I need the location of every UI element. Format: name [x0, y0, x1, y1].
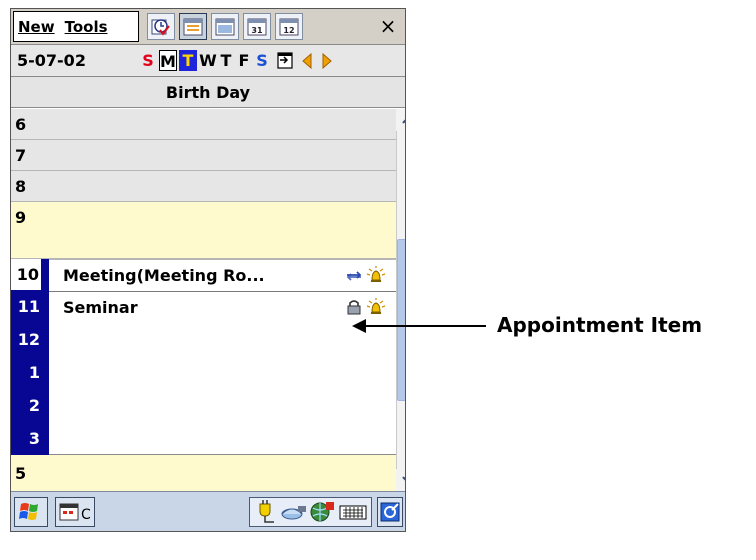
hour-row[interactable]: 5 — [11, 457, 396, 491]
chevron-up-icon — [402, 119, 405, 124]
menu-group: New Tools — [13, 11, 139, 42]
keyboard-icon[interactable] — [338, 498, 368, 526]
private-lock-icon — [347, 300, 361, 315]
scroll-down-button[interactable] — [396, 469, 405, 491]
annotation-arrow-line — [364, 325, 486, 327]
connection-icon[interactable] — [280, 498, 308, 526]
agenda-view-icon — [151, 19, 170, 36]
close-icon: × — [379, 14, 397, 38]
day-saturday[interactable]: S — [253, 50, 271, 71]
hour-label: 7 — [15, 146, 27, 165]
current-date[interactable]: 5-07-02 — [17, 51, 86, 70]
scroll-thumb[interactable] — [397, 239, 405, 401]
day-tuesday[interactable]: T — [179, 50, 197, 71]
menu-new[interactable]: New — [18, 18, 55, 36]
hour-label: 8 — [15, 177, 27, 196]
hour-label: 5 — [15, 464, 27, 483]
arrow-right-icon — [322, 52, 332, 70]
hour-label: 12 — [17, 330, 40, 349]
hour-row[interactable]: 7 — [11, 140, 396, 171]
hour-label: 3 — [28, 429, 40, 448]
day-thursday[interactable]: T — [217, 50, 235, 71]
hour-label: 1 — [28, 363, 40, 382]
power-plug-icon[interactable] — [254, 498, 280, 526]
hour-label: 10 — [11, 259, 41, 290]
week-view-icon — [215, 18, 235, 36]
hour-row[interactable]: 9 — [11, 202, 396, 259]
week-view-button[interactable] — [211, 13, 239, 40]
year-view-button[interactable]: 12 — [275, 13, 303, 40]
taskbar: C — [11, 491, 405, 531]
arrow-left-icon — [302, 52, 312, 70]
go-to-today-button[interactable] — [277, 52, 295, 74]
chevron-down-icon — [402, 476, 405, 481]
windows-logo-icon — [19, 503, 38, 520]
day-grid: 6 7 8 9 10 11 12 1 2 3 Meeting(Meeting R… — [11, 109, 396, 491]
svg-text:C: C — [81, 507, 91, 523]
start-button[interactable] — [14, 497, 48, 527]
desktop-icon — [380, 502, 400, 522]
hour-row[interactable]: 6 — [11, 109, 396, 140]
hour-label: 9 — [15, 208, 27, 227]
appointment-title: Seminar — [63, 298, 138, 317]
agenda-view-button[interactable] — [147, 13, 175, 40]
appointment-item[interactable]: Meeting(Meeting Ro... — [49, 260, 396, 291]
hour-label: 6 — [15, 115, 27, 134]
hour-label: 11 — [17, 297, 40, 316]
appointment-title: Meeting(Meeting Ro... — [63, 266, 265, 285]
appointment-area: Meeting(Meeting Ro... Seminar — [49, 259, 396, 455]
annotation-label: Appointment Item — [497, 313, 703, 337]
day-friday[interactable]: F — [235, 50, 253, 71]
day-wednesday[interactable]: W — [199, 50, 217, 71]
calendar-app-button[interactable]: C — [55, 497, 95, 527]
all-day-event-label: Birth Day — [165, 83, 251, 102]
reminder-bell-icon — [366, 298, 386, 314]
menu-bar: New Tools 31 12 × — [11, 9, 405, 45]
svg-text:12: 12 — [283, 26, 294, 35]
recurring-icon — [346, 271, 362, 281]
day-view-icon — [183, 18, 203, 36]
day-monday[interactable]: M — [159, 50, 177, 71]
calendar-app-icon: C — [59, 503, 91, 523]
year-view-icon: 12 — [279, 18, 299, 36]
hour-label: 2 — [28, 396, 40, 415]
go-to-today-icon — [277, 52, 293, 69]
scrollbar[interactable] — [396, 109, 405, 491]
next-week-button[interactable] — [321, 52, 333, 73]
network-globe-icon[interactable] — [308, 498, 336, 526]
menu-tools[interactable]: Tools — [65, 18, 108, 36]
month-view-button[interactable]: 31 — [243, 13, 271, 40]
reminder-bell-icon — [366, 266, 386, 282]
system-tray — [249, 497, 372, 527]
date-bar: 5-07-02 S M T W T F S — [11, 45, 405, 77]
all-day-event-row[interactable]: Birth Day — [11, 77, 405, 108]
svg-text:31: 31 — [251, 26, 263, 35]
previous-week-button[interactable] — [301, 52, 313, 73]
hour-row[interactable]: 8 — [11, 171, 396, 202]
busy-time-bar: 10 11 12 1 2 3 — [11, 259, 49, 455]
day-view-button[interactable] — [179, 13, 207, 40]
scroll-up-button[interactable] — [396, 109, 405, 131]
close-button[interactable]: × — [375, 13, 401, 40]
calendar-window: New Tools 31 12 × 5-07-02 S M T W T F S … — [10, 8, 406, 532]
appointment-item[interactable]: Seminar — [49, 292, 396, 323]
month-view-icon: 31 — [247, 18, 267, 36]
day-sunday[interactable]: S — [139, 50, 157, 71]
desktop-button[interactable] — [377, 497, 403, 527]
